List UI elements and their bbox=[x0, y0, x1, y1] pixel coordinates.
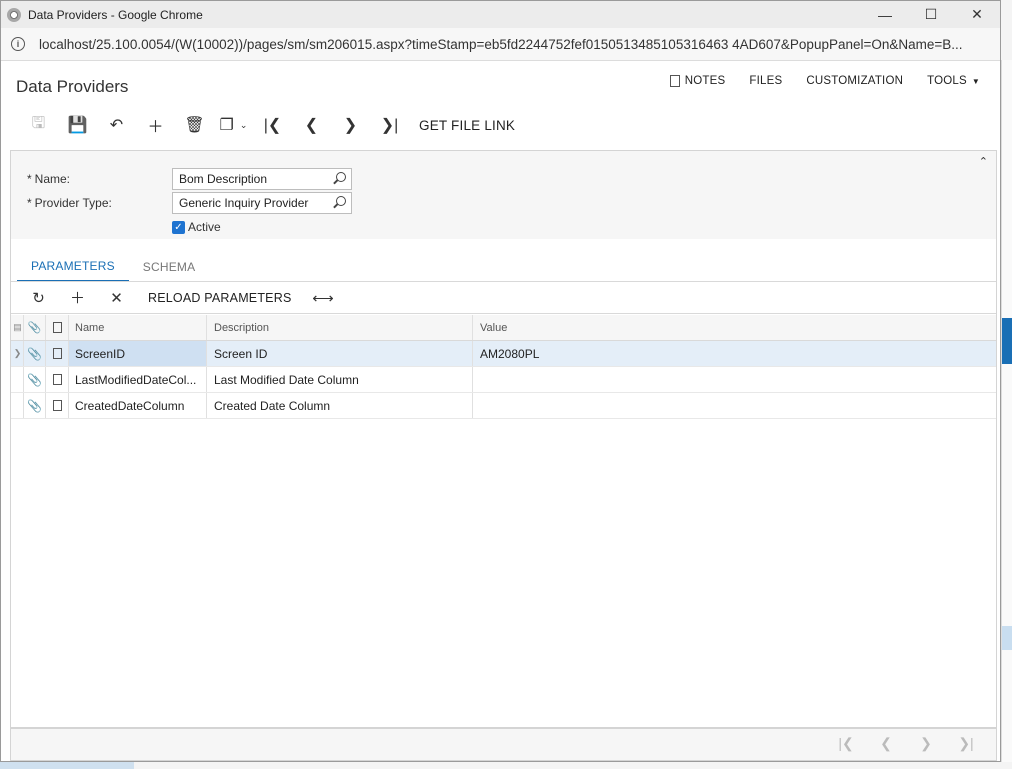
name-value: Bom Description bbox=[179, 172, 268, 186]
page-header: Data Providers NOTES FILES CUSTOMIZATION… bbox=[1, 61, 1000, 109]
close-button[interactable]: ✕ bbox=[954, 1, 1000, 28]
provider-type-label: * Provider Type: bbox=[27, 196, 112, 210]
attachment-header-icon: 📎 bbox=[24, 315, 46, 340]
tab-schema[interactable]: SCHEMA bbox=[129, 252, 210, 282]
table-row[interactable]: ❯ 📎 ScreenID Screen ID AM2080PL bbox=[11, 341, 996, 367]
save-close-icon[interactable]: 🖫 bbox=[19, 111, 58, 139]
customization-link[interactable]: CUSTOMIZATION bbox=[794, 75, 915, 87]
tools-label: TOOLS bbox=[927, 75, 967, 87]
grid-header: ▤ 📎 Name Description Value bbox=[11, 315, 996, 341]
provider-type-input[interactable]: Generic Inquiry Provider bbox=[172, 192, 352, 214]
caret-down-icon: ▼ bbox=[971, 76, 980, 86]
pager-first-icon[interactable]: |❮ bbox=[826, 735, 866, 752]
note-icon[interactable] bbox=[46, 393, 69, 418]
chrome-icon bbox=[7, 7, 21, 22]
cell-name[interactable]: LastModifiedDateCol... bbox=[69, 367, 207, 392]
url-text[interactable]: localhost/25.100.0054/(W(10002))/pages/s… bbox=[39, 37, 963, 52]
refresh-icon[interactable]: ↻ bbox=[19, 284, 58, 312]
background-bottom bbox=[0, 762, 1012, 769]
window-title: Data Providers - Google Chrome bbox=[28, 7, 203, 22]
fit-columns-icon[interactable]: ⟷ bbox=[303, 284, 342, 312]
tools-menu[interactable]: TOOLS ▼ bbox=[915, 75, 992, 87]
address-bar[interactable]: i localhost/25.100.0054/(W(10002))/pages… bbox=[1, 28, 1000, 61]
tab-bar: PARAMETERS SCHEMA bbox=[17, 252, 209, 282]
grid-toolbar: ↻ ＋ ✕ RELOAD PARAMETERS ⟷ bbox=[11, 282, 996, 314]
cell-description[interactable]: Last Modified Date Column bbox=[207, 367, 473, 392]
note-icon bbox=[669, 75, 680, 87]
attachment-icon[interactable]: 📎 bbox=[24, 341, 46, 366]
note-icon[interactable] bbox=[46, 341, 69, 366]
search-icon[interactable] bbox=[336, 172, 346, 182]
background-app-edge bbox=[1001, 60, 1012, 769]
last-record-icon[interactable]: ❯| bbox=[370, 111, 409, 139]
reload-parameters-button[interactable]: RELOAD PARAMETERS bbox=[136, 291, 303, 305]
save-icon[interactable]: 💾 bbox=[58, 111, 97, 139]
background-bottom-highlight bbox=[0, 762, 134, 769]
table-row[interactable]: 📎 CreatedDateColumn Created Date Column bbox=[11, 393, 996, 419]
top-links: NOTES FILES CUSTOMIZATION TOOLS ▼ bbox=[658, 75, 992, 87]
minimize-button[interactable]: — bbox=[862, 1, 908, 28]
cell-value[interactable] bbox=[473, 393, 996, 418]
notes-label: NOTES bbox=[684, 75, 726, 87]
note-header-icon bbox=[46, 315, 69, 340]
provider-type-value: Generic Inquiry Provider bbox=[179, 196, 309, 210]
delete-icon[interactable]: 🗑 bbox=[175, 111, 214, 139]
parameters-grid: ▤ 📎 Name Description Value ❯ 📎 ScreenID … bbox=[11, 315, 996, 419]
cell-name[interactable]: ScreenID bbox=[69, 341, 207, 366]
pager-next-icon[interactable]: ❯ bbox=[906, 735, 946, 752]
active-checkbox[interactable]: ✓ bbox=[172, 220, 185, 234]
cell-value[interactable]: AM2080PL bbox=[473, 341, 996, 366]
tab-parameters[interactable]: PARAMETERS bbox=[17, 252, 129, 282]
copy-paste-icon[interactable]: ❐ ⌄ bbox=[214, 111, 253, 139]
next-record-icon[interactable]: ❯ bbox=[331, 111, 370, 139]
pager-last-icon[interactable]: ❯| bbox=[946, 735, 986, 752]
maximize-button[interactable]: ☐ bbox=[908, 1, 954, 28]
active-checkbox-row[interactable]: ✓ Active bbox=[172, 220, 221, 234]
background-selected-row bbox=[1002, 626, 1012, 650]
active-label: Active bbox=[188, 220, 221, 234]
cell-description[interactable]: Screen ID bbox=[207, 341, 473, 366]
table-row[interactable]: 📎 LastModifiedDateCol... Last Modified D… bbox=[11, 367, 996, 393]
cell-value[interactable] bbox=[473, 367, 996, 392]
attachment-icon[interactable]: 📎 bbox=[24, 393, 46, 418]
row-indicator bbox=[11, 393, 24, 418]
add-icon[interactable]: ＋ bbox=[136, 111, 175, 139]
get-file-link-button[interactable]: GET FILE LINK bbox=[409, 118, 525, 133]
info-icon[interactable]: i bbox=[11, 37, 25, 51]
name-input[interactable]: Bom Description bbox=[172, 168, 352, 190]
cell-name[interactable]: CreatedDateColumn bbox=[69, 393, 207, 418]
collapse-chevron-icon[interactable]: ⌃ bbox=[979, 155, 988, 168]
provider-type-field-row: * Provider Type: Generic Inquiry Provider bbox=[27, 192, 352, 214]
pager-previous-icon[interactable]: ❮ bbox=[866, 735, 906, 752]
row-indicator-icon: ❯ bbox=[11, 341, 24, 366]
files-link[interactable]: FILES bbox=[737, 75, 794, 87]
search-icon[interactable] bbox=[336, 196, 346, 206]
note-icon[interactable] bbox=[46, 367, 69, 392]
undo-icon[interactable]: ↶ bbox=[97, 111, 136, 139]
pager-bar: |❮ ❮ ❯ ❯| bbox=[10, 728, 997, 761]
row-indicator bbox=[11, 367, 24, 392]
previous-record-icon[interactable]: ❮ bbox=[292, 111, 331, 139]
first-record-icon[interactable]: |❮ bbox=[253, 111, 292, 139]
name-field-row: * Name: Bom Description bbox=[27, 168, 352, 190]
add-row-icon[interactable]: ＋ bbox=[58, 284, 97, 312]
column-name-header[interactable]: Name bbox=[69, 315, 207, 340]
form-panel: ⌃ * Name: Bom Description * Provider Type:… bbox=[10, 150, 997, 728]
main-toolbar: 🖫 💾 ↶ ＋ 🗑 ❐ ⌄ |❮ ❮ ❯ ❯| GET FILE LINK bbox=[1, 109, 1000, 141]
notes-link[interactable]: NOTES bbox=[658, 75, 738, 87]
row-selector-icon[interactable]: ▤ bbox=[11, 315, 24, 340]
attachment-icon[interactable]: 📎 bbox=[24, 367, 46, 392]
column-value-header[interactable]: Value bbox=[473, 315, 996, 340]
background-blue-block bbox=[1002, 318, 1012, 364]
delete-row-icon[interactable]: ✕ bbox=[97, 284, 136, 312]
cell-description[interactable]: Created Date Column bbox=[207, 393, 473, 418]
title-bar: Data Providers - Google Chrome — ☐ ✕ bbox=[1, 1, 1000, 28]
column-description-header[interactable]: Description bbox=[207, 315, 473, 340]
name-label: * Name: bbox=[27, 172, 71, 186]
